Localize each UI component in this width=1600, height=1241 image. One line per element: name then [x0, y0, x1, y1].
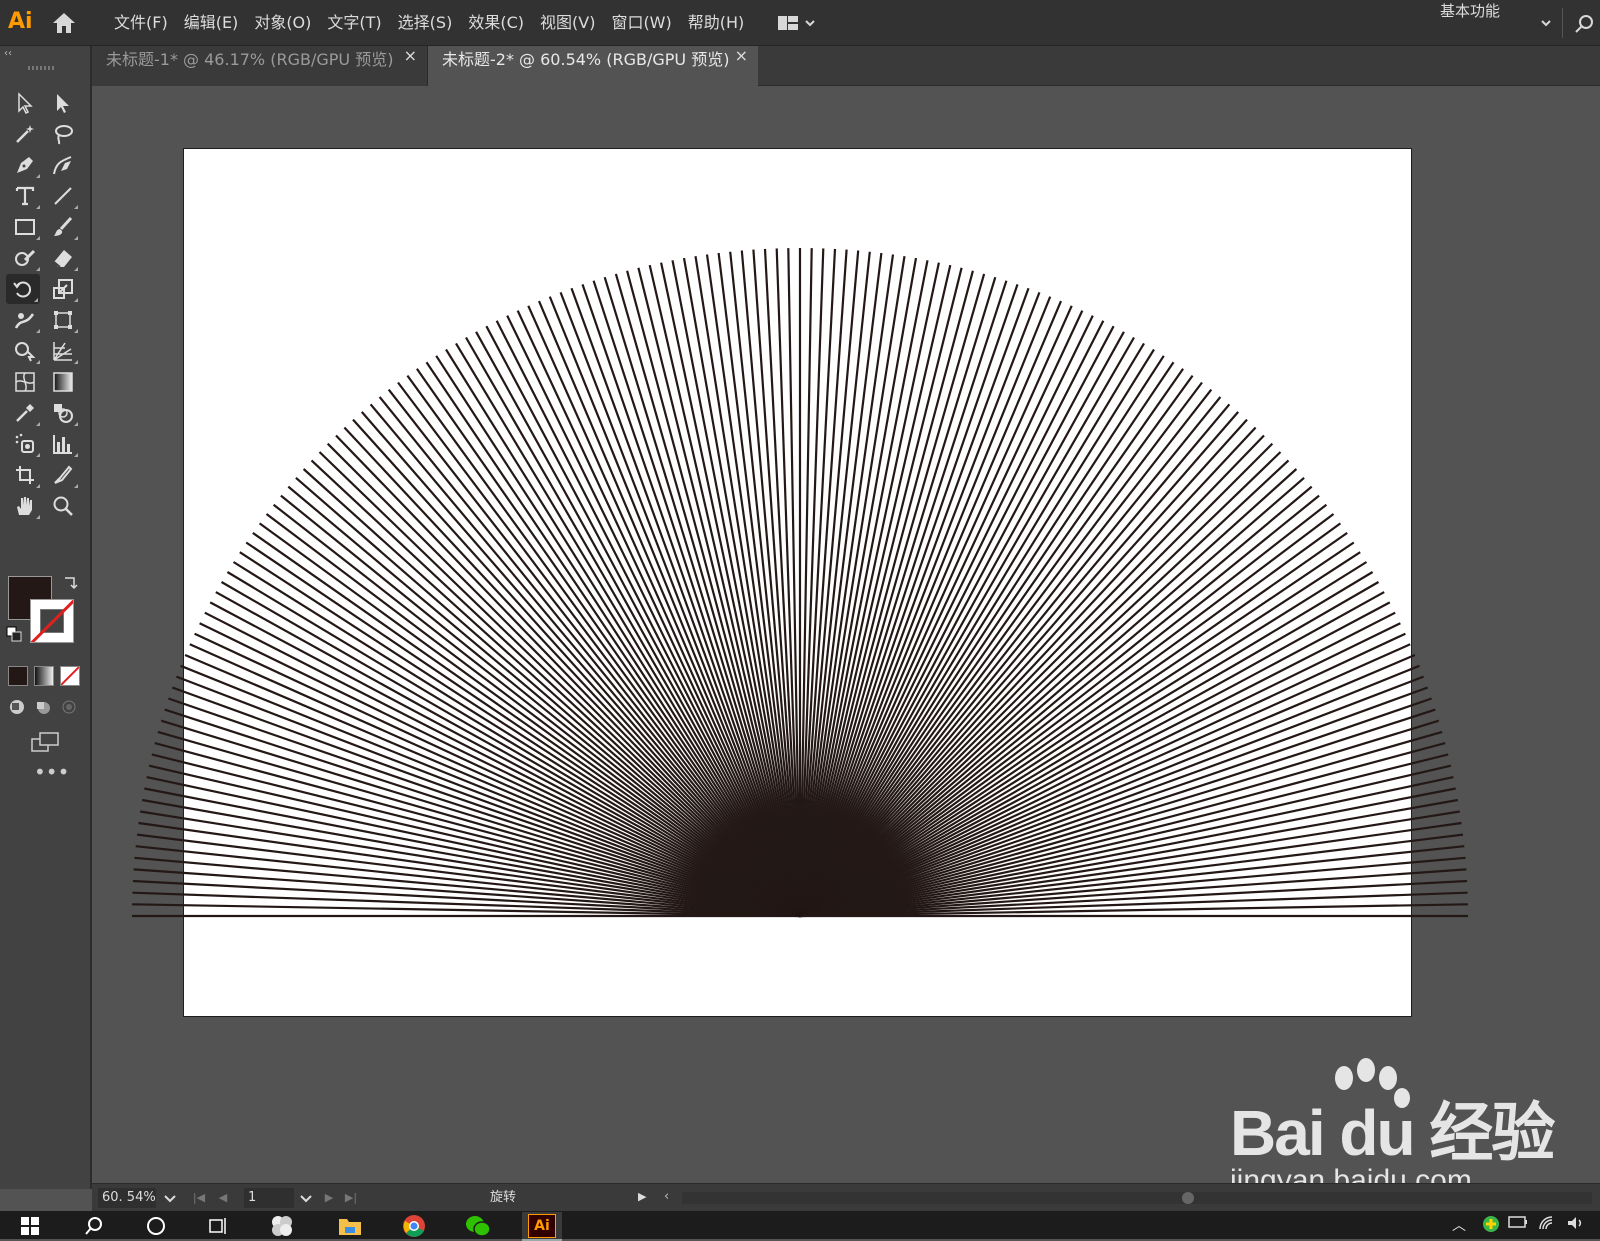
illustrator-taskbar-icon[interactable]: Ai: [522, 1212, 562, 1241]
pinwheel-app-icon[interactable]: [262, 1212, 302, 1239]
mesh-tool-icon[interactable]: [8, 367, 42, 397]
line-segment-tool-icon[interactable]: [46, 181, 80, 211]
collapse-panel-icon[interactable]: ‹‹: [4, 48, 12, 59]
close-icon[interactable]: ×: [735, 46, 748, 65]
app-logo: Ai: [8, 9, 33, 34]
artboard[interactable]: [183, 148, 1412, 1017]
draw-inside-icon[interactable]: [59, 698, 79, 716]
cortana-icon[interactable]: [136, 1212, 176, 1239]
workspace-switcher[interactable]: 基本功能: [1440, 0, 1550, 46]
rotate-tool-icon[interactable]: [6, 274, 40, 304]
windows-taskbar: Ai ︿: [0, 1211, 1600, 1241]
menu-bar: Ai 文件(F) 编辑(E) 对象(O) 文字(T) 选择(S) 效果(C) 视…: [0, 0, 1600, 46]
draw-normal-icon[interactable]: [7, 698, 27, 716]
curvature-tool-icon[interactable]: [46, 150, 80, 180]
menu-effect[interactable]: 效果(C): [460, 0, 532, 46]
scrollbar-thumb[interactable]: [1182, 1192, 1194, 1204]
menu-view[interactable]: 视图(V): [532, 0, 603, 46]
ai-logo: Ai: [528, 1213, 556, 1238]
eyedropper-tool-icon[interactable]: [8, 398, 42, 428]
eraser-tool-icon[interactable]: [46, 243, 80, 273]
scroll-left-icon[interactable]: ‹: [664, 1189, 669, 1204]
gradient-tool-icon[interactable]: [46, 367, 80, 397]
gradient-mode-button[interactable]: [34, 666, 54, 686]
main-menu: 文件(F) 编辑(E) 对象(O) 文字(T) 选择(S) 效果(C) 视图(V…: [106, 0, 752, 46]
search-icon[interactable]: [1572, 12, 1596, 36]
tab-label: 未标题-2* @ 60.54% (RGB/GPU 预览): [442, 50, 730, 69]
document-tab-1[interactable]: 未标题-1* @ 46.17% (RGB/GPU 预览) ×: [92, 46, 428, 86]
previous-artboard-icon[interactable]: ◀: [216, 1190, 230, 1206]
security-tray-icon[interactable]: [1482, 1215, 1500, 1237]
shaper-tool-icon[interactable]: [8, 243, 42, 273]
chevron-down-icon[interactable]: [298, 1190, 314, 1206]
menu-file[interactable]: 文件(F): [106, 0, 176, 46]
scale-tool-icon[interactable]: [46, 274, 80, 304]
shape-builder-tool-icon[interactable]: [8, 336, 42, 366]
screen-mode-icon[interactable]: [30, 731, 60, 753]
column-graph-tool-icon[interactable]: [46, 429, 80, 459]
edit-toolbar-button[interactable]: •••: [34, 762, 69, 782]
search-icon[interactable]: [74, 1212, 114, 1239]
color-mode-button[interactable]: [8, 666, 28, 686]
artboard-tool-icon[interactable]: [8, 460, 42, 490]
symbol-sprayer-tool-icon[interactable]: [8, 429, 42, 459]
chrome-icon[interactable]: [394, 1212, 434, 1239]
last-artboard-icon[interactable]: ▶|: [344, 1190, 358, 1206]
swap-fill-stroke-icon[interactable]: [62, 574, 78, 590]
menu-type[interactable]: 文字(T): [319, 0, 389, 46]
current-tool-status: 旋转: [490, 1190, 517, 1205]
menu-edit[interactable]: 编辑(E): [176, 0, 247, 46]
panel-grip[interactable]: [28, 66, 56, 70]
horizontal-scrollbar[interactable]: [682, 1192, 1592, 1204]
divider: [1562, 8, 1563, 38]
document-tab-bar: 未标题-1* @ 46.17% (RGB/GPU 预览) × 未标题-2* @ …: [92, 46, 1600, 86]
draw-behind-icon[interactable]: [33, 698, 53, 716]
artboard-number-input[interactable]: 1: [244, 1188, 294, 1208]
chevron-down-icon[interactable]: [1540, 17, 1552, 29]
status-menu-icon[interactable]: ▶: [638, 1190, 646, 1203]
direct-selection-tool-icon[interactable]: [46, 88, 80, 118]
selection-tool-icon[interactable]: [8, 88, 42, 118]
home-icon[interactable]: [50, 10, 78, 36]
document-tab-2[interactable]: 未标题-2* @ 60.54% (RGB/GPU 预览) ×: [428, 46, 758, 86]
default-fill-stroke-icon[interactable]: [6, 626, 22, 642]
hand-tool-icon[interactable]: [8, 491, 42, 521]
perspective-grid-tool-icon[interactable]: [46, 336, 80, 366]
close-icon[interactable]: ×: [404, 46, 417, 65]
menu-help[interactable]: 帮助(H): [680, 0, 753, 46]
battery-icon[interactable]: [1508, 1215, 1528, 1233]
free-transform-tool-icon[interactable]: [46, 305, 80, 335]
wifi-icon[interactable]: [1538, 1215, 1556, 1235]
menu-object[interactable]: 对象(O): [246, 0, 319, 46]
blend-tool-icon[interactable]: [46, 398, 80, 428]
windows-start-icon[interactable]: [10, 1212, 50, 1239]
tab-label: 未标题-1* @ 46.17% (RGB/GPU 预览): [106, 50, 394, 69]
arrange-documents-button[interactable]: [776, 13, 820, 33]
menu-window[interactable]: 窗口(W): [603, 0, 679, 46]
none-mode-button[interactable]: [60, 666, 80, 686]
task-view-icon[interactable]: [198, 1212, 238, 1239]
zoom-input[interactable]: 60. 54%: [98, 1188, 156, 1208]
paintbrush-tool-icon[interactable]: [46, 212, 80, 242]
tools-panel: ‹‹ •••: [0, 46, 92, 1189]
next-artboard-icon[interactable]: ▶: [322, 1190, 336, 1206]
zoom-tool-icon[interactable]: [46, 491, 80, 521]
pen-tool-icon[interactable]: [8, 150, 42, 180]
first-artboard-icon[interactable]: |◀: [192, 1190, 206, 1206]
wechat-icon[interactable]: [458, 1212, 498, 1239]
menu-select[interactable]: 选择(S): [390, 0, 461, 46]
type-tool-icon[interactable]: [8, 181, 42, 211]
volume-icon[interactable]: [1566, 1215, 1586, 1235]
file-explorer-icon[interactable]: [330, 1212, 370, 1239]
layout-grid-icon: [778, 16, 815, 30]
status-bar: 60. 54% |◀ ◀ 1 ▶ ▶| 旋转 ▶ ‹: [92, 1183, 1600, 1211]
slice-tool-icon[interactable]: [46, 460, 80, 490]
stroke-color-swatch[interactable]: [30, 599, 74, 643]
chevron-down-icon[interactable]: [162, 1190, 178, 1206]
magic-wand-tool-icon[interactable]: [8, 119, 42, 149]
lasso-tool-icon[interactable]: [46, 119, 80, 149]
rectangle-tool-icon[interactable]: [8, 212, 42, 242]
warp-tool-icon[interactable]: [8, 305, 42, 335]
show-hidden-icons-icon[interactable]: ︿: [1452, 1215, 1466, 1235]
